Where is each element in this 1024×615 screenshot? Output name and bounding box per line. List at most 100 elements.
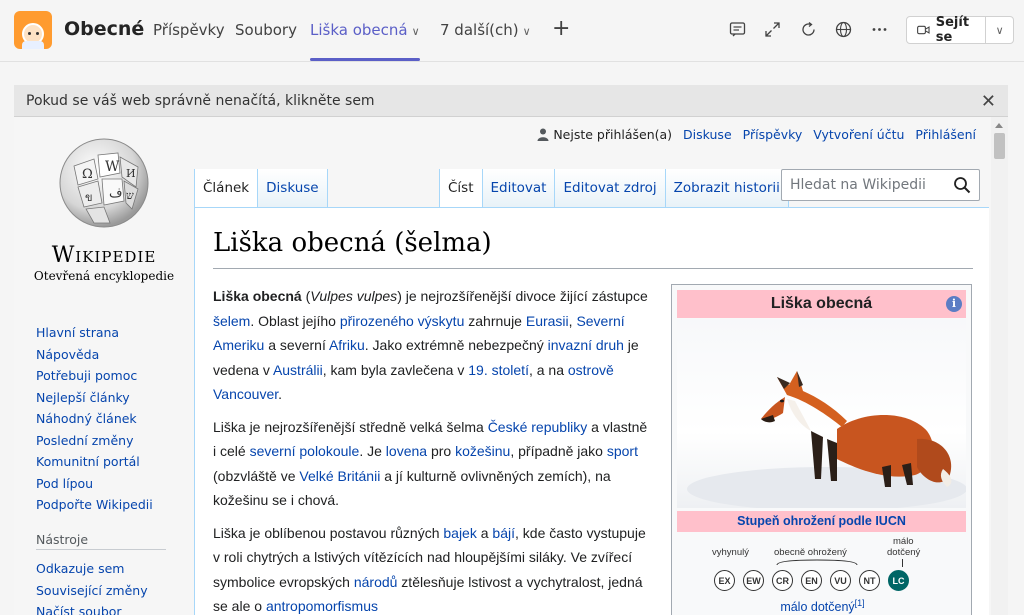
link-eurasia[interactable]: Eurasii	[526, 313, 569, 329]
iucn-code-ew[interactable]: EW	[743, 570, 764, 591]
sidebar-item-featured[interactable]: Nejlepší články	[36, 387, 153, 409]
more-options-icon[interactable]	[870, 20, 888, 38]
refresh-icon[interactable]	[799, 20, 817, 38]
personal-link-create-account[interactable]: Vytvoření účtu	[813, 127, 904, 142]
link-native-range[interactable]: přirozeného výskytu	[340, 313, 465, 329]
reload-notice-text[interactable]: Pokud se váš web správně nenačítá, klikn…	[26, 93, 375, 109]
meet-label: Sejít se	[935, 15, 970, 45]
sidebar-item-community[interactable]: Komunitní portál	[36, 451, 153, 473]
taxobox-title: Liška obecná i	[677, 290, 966, 318]
info-icon[interactable]: i	[946, 296, 962, 312]
search-icon	[954, 177, 971, 194]
team-avatar[interactable]	[14, 11, 52, 49]
sidebar-item-need-help[interactable]: Potřebuji pomoc	[36, 365, 153, 387]
link-hunted[interactable]: lovena	[386, 443, 427, 459]
link-czech-republic[interactable]: České republiky	[488, 419, 588, 435]
namespace-tabs: Článek Diskuse	[194, 169, 328, 207]
tab-posts[interactable]: Příspěvky	[153, 21, 225, 39]
expand-icon[interactable]	[763, 20, 781, 38]
link-great-britain[interactable]: Velké Británii	[299, 468, 380, 484]
add-tab-icon[interactable]: +	[552, 16, 570, 41]
team-name[interactable]: Obecné	[64, 18, 144, 40]
reload-notice-bar[interactable]: Pokud se váš web správně nenačítá, klikn…	[14, 85, 1008, 117]
iucn-label-extinct: vyhynulý	[712, 547, 749, 558]
sidebar-item-main-page[interactable]: Hlavní strana	[36, 322, 153, 344]
link-northern-hemisphere[interactable]: severní polokoule	[250, 443, 360, 459]
link-nations[interactable]: národů	[354, 574, 398, 590]
conversation-icon[interactable]	[728, 20, 746, 38]
sidebar-item-recent-changes[interactable]: Poslední změny	[36, 430, 153, 452]
tab-history[interactable]: Zobrazit historii	[665, 169, 789, 207]
tab-edit-source[interactable]: Editovat zdroj	[555, 169, 666, 207]
link-19th-century[interactable]: 19. století	[468, 362, 529, 378]
svg-text:Ω: Ω	[82, 167, 93, 182]
tab-files[interactable]: Soubory	[235, 21, 297, 39]
sidebar-navigation: Hlavní strana Nápověda Potřebuji pomoc N…	[36, 322, 153, 516]
view-tabs: Číst Editovat Editovat zdroj Zobrazit hi…	[439, 169, 789, 207]
tab-edit[interactable]: Editovat	[482, 169, 556, 207]
tools-item-related-changes[interactable]: Související změny	[36, 580, 148, 602]
tab-read[interactable]: Číst	[439, 169, 483, 207]
link-carnivores[interactable]: šelem	[213, 313, 250, 329]
login-status: Nejste přihlášen(a)	[553, 127, 673, 142]
iucn-label-lc-line2: dotčený	[887, 547, 921, 558]
tools-list: Odkazuje sem Související změny Načíst so…	[36, 558, 148, 615]
link-invasive-species[interactable]: invazní druh	[548, 337, 624, 353]
scrollbar[interactable]	[991, 117, 1008, 615]
link-africa[interactable]: Afriku	[329, 337, 365, 353]
personal-link-login[interactable]: Přihlášení	[915, 127, 976, 142]
svg-text:И: И	[126, 167, 136, 180]
wikipedia-wordmark: Wikipedie	[51, 243, 157, 268]
link-fables[interactable]: bajek	[443, 525, 476, 541]
scroll-up-arrow-icon[interactable]	[995, 123, 1003, 128]
search-input[interactable]: Hledat na Wikipedii	[781, 169, 980, 201]
tab-fox-label: Liška obecná	[310, 21, 408, 39]
paragraph-1: Liška obecná (Vulpes vulpes) je nejrozší…	[213, 288, 648, 402]
tools-item-what-links-here[interactable]: Odkazuje sem	[36, 558, 148, 580]
tab-more[interactable]: 7 další(ch) ∨	[440, 21, 531, 39]
meet-now-button[interactable]: Sejít se	[907, 15, 987, 45]
link-myths[interactable]: bájí	[492, 525, 515, 541]
wikipedia-logo[interactable]: Ω W И ف ข ש Wikipedie Otevřená encyklope…	[30, 131, 178, 283]
close-icon[interactable]: ✕	[981, 91, 996, 112]
tab-article[interactable]: Článek	[194, 169, 259, 207]
link-anthropomorphism[interactable]: antropomorfismus	[266, 598, 378, 614]
meet-dropdown-chevron-icon[interactable]: ∨	[986, 24, 1013, 37]
iucn-code-cr[interactable]: CR	[772, 570, 793, 591]
sidebar-item-donate[interactable]: Podpořte Wikipedii	[36, 494, 153, 516]
tab-talk[interactable]: Diskuse	[258, 169, 328, 207]
svg-text:W: W	[105, 159, 120, 175]
iucn-code-vu[interactable]: VU	[830, 570, 851, 591]
iucn-code-lc-selected[interactable]: LC	[888, 570, 909, 591]
link-fur[interactable]: kožešinu	[455, 443, 510, 459]
tools-divider	[36, 549, 166, 550]
tools-item-upload-file[interactable]: Načíst soubor	[36, 601, 148, 615]
sidebar-item-village-pump[interactable]: Pod lípou	[36, 473, 153, 495]
iucn-code-en[interactable]: EN	[801, 570, 822, 591]
personal-link-contributions[interactable]: Příspěvky	[743, 127, 803, 142]
personal-tools: Nejste přihlášen(a) Diskuse Příspěvky Vy…	[537, 127, 976, 142]
personal-link-talk[interactable]: Diskuse	[683, 127, 732, 142]
link-sport[interactable]: sport	[607, 443, 638, 459]
sidebar-item-help[interactable]: Nápověda	[36, 344, 153, 366]
red-fox-image[interactable]	[677, 319, 967, 511]
globe-icon[interactable]	[834, 20, 852, 38]
wikipedia-globe-icon: Ω W И ف ข ש	[59, 138, 149, 228]
article-content: Liška obecná (šelma) Liška obecná (Vulpe…	[194, 207, 989, 615]
iucn-scale-labels: vyhynulý obecně ohrožený málo dotčený	[672, 536, 973, 569]
iucn-code-ex[interactable]: EX	[714, 570, 735, 591]
iucn-status-link[interactable]: málo dotčený	[780, 600, 854, 614]
tab-fox-active[interactable]: Liška obecná ∨	[310, 21, 420, 39]
svg-text:ש: ש	[126, 189, 134, 202]
meet-button[interactable]: Sejít se ∨	[906, 15, 1014, 45]
link-australia[interactable]: Austrálii	[273, 362, 323, 378]
svg-text:ข: ข	[85, 191, 93, 204]
reference-link[interactable]: [1]	[855, 598, 865, 608]
paragraph-3: Liška je oblíbenou postavou různých baje…	[213, 524, 646, 615]
search-placeholder: Hledat na Wikipedii	[790, 177, 926, 193]
iucn-code-nt[interactable]: NT	[859, 570, 880, 591]
sidebar-item-random[interactable]: Náhodný článek	[36, 408, 153, 430]
iucn-status-header[interactable]: Stupeň ohrožení podle IUCN	[677, 511, 966, 532]
scroll-thumb[interactable]	[994, 133, 1005, 159]
tools-heading[interactable]: Nástroje	[36, 532, 88, 547]
